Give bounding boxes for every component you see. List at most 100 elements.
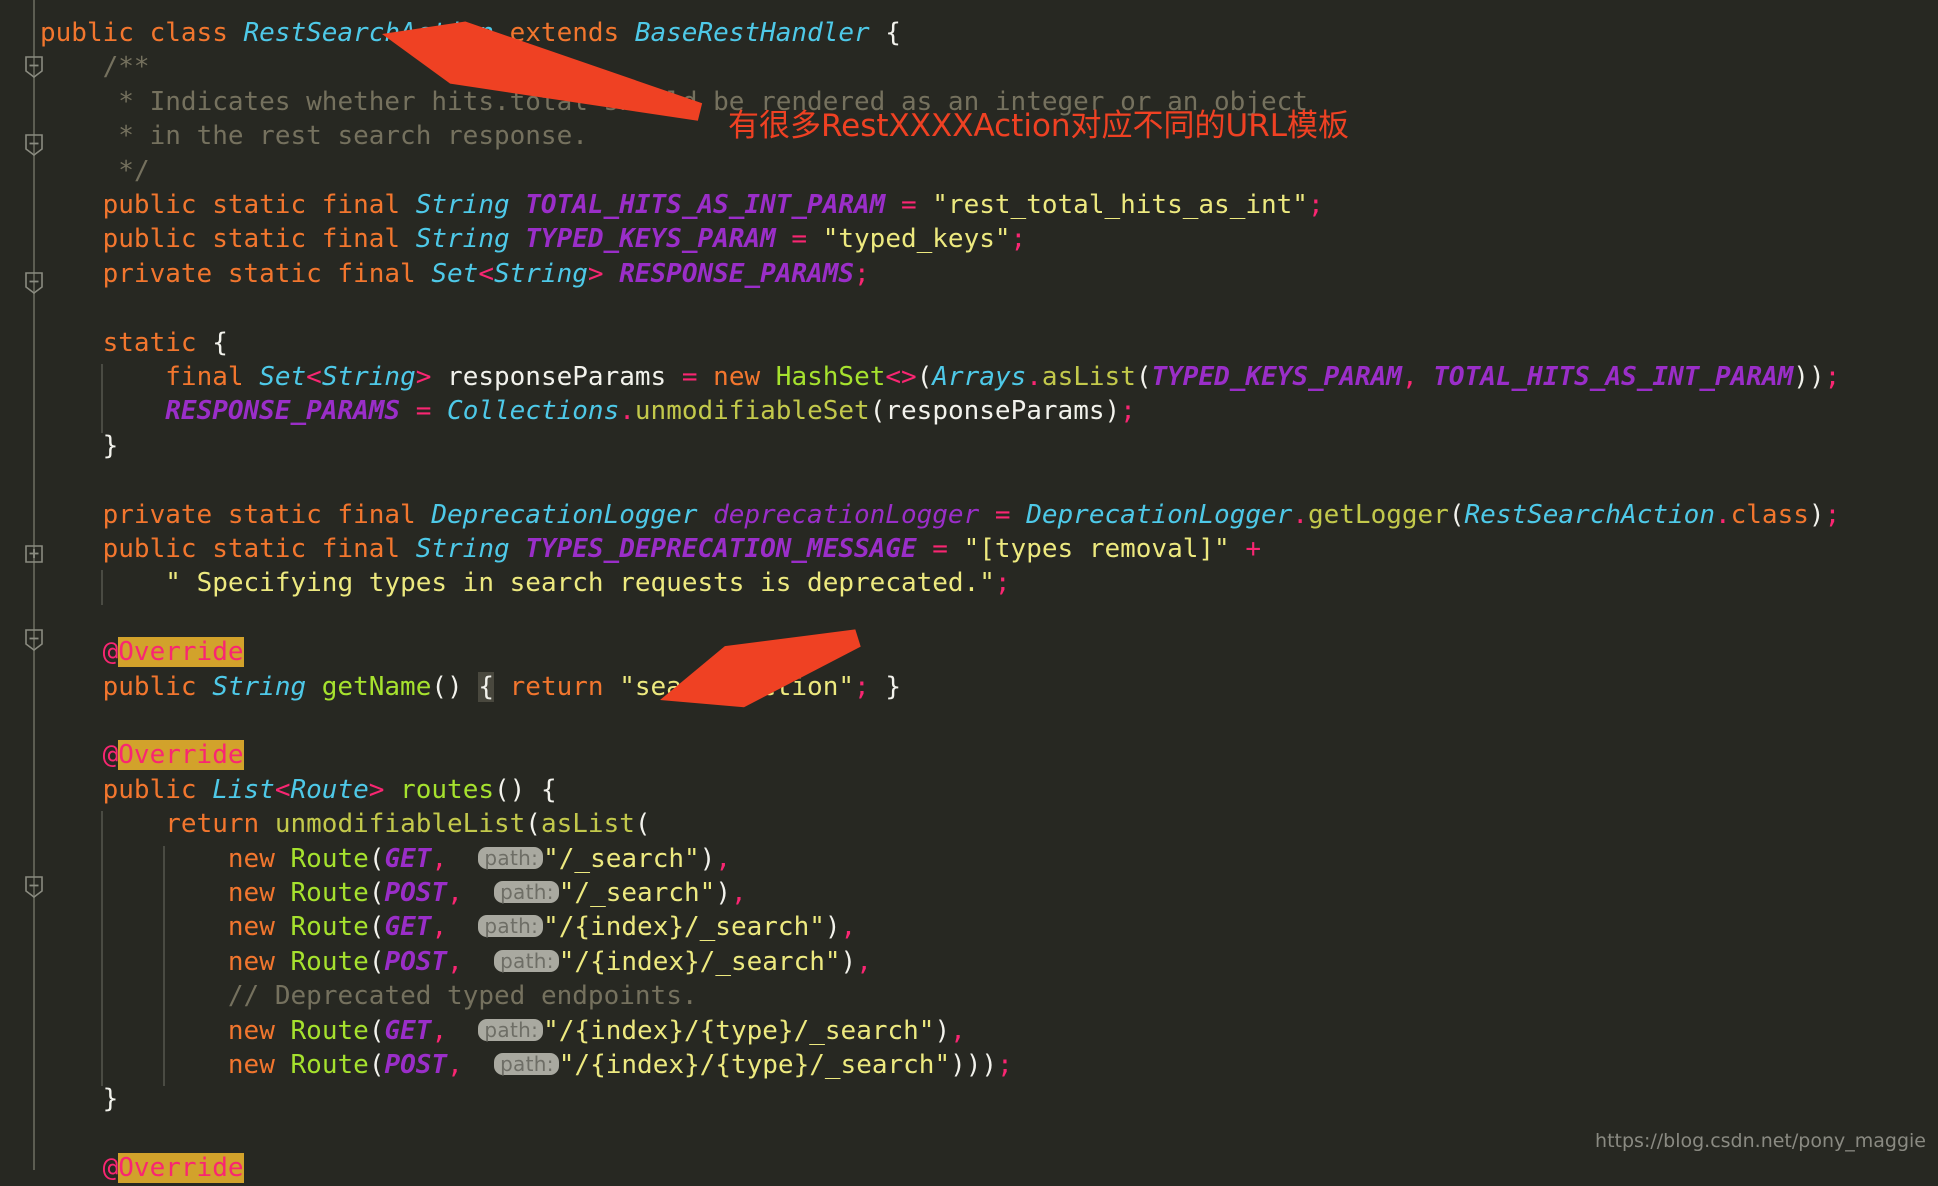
token-punct: ) xyxy=(824,912,841,943)
token-type: RestSearchAction xyxy=(243,18,510,48)
token-cmt: /** xyxy=(102,52,150,83)
token-op: > xyxy=(415,362,432,392)
token-str: "rest_total_hits_as_int" xyxy=(932,190,1308,220)
token-op: , xyxy=(447,1050,463,1080)
token-kw: new xyxy=(227,1050,291,1080)
override-annotation[interactable]: Override xyxy=(118,637,244,668)
token-op: > xyxy=(368,774,385,805)
code-line[interactable]: RESPONSE_PARAMS = Collections.unmodifiab… xyxy=(40,394,1136,428)
token-str: "/{index}/_search" xyxy=(558,946,841,977)
token-type: String xyxy=(493,258,588,289)
code-line[interactable]: public static final String TYPED_KEYS_PA… xyxy=(40,222,1027,256)
token-mdef: Route xyxy=(290,912,369,943)
code-line[interactable]: static { xyxy=(40,326,228,360)
override-annotation[interactable]: Override xyxy=(118,740,244,771)
token-kw: class xyxy=(1730,499,1809,530)
token-op: . xyxy=(619,396,635,427)
token-punct: ( xyxy=(368,1050,385,1080)
token-type: List xyxy=(212,774,275,805)
code-line[interactable]: public List<Route> routes() { xyxy=(40,773,557,807)
token-op: , xyxy=(447,946,463,977)
code-line[interactable]: public static final String TYPES_DEPRECA… xyxy=(40,532,1261,566)
code-line[interactable]: new Route(GET, path: "/_search"), xyxy=(40,842,731,876)
token-op: ; xyxy=(1824,499,1841,530)
token-punct: ( xyxy=(869,396,886,427)
override-annotation[interactable]: Override xyxy=(118,1153,244,1184)
code-line[interactable]: " Specifying types in search requests is… xyxy=(40,566,1010,600)
token-op: ; xyxy=(997,1050,1013,1080)
token-op: = xyxy=(979,499,1027,530)
token-op: , xyxy=(431,912,448,943)
token-type: String xyxy=(415,224,526,255)
code-line[interactable]: private static final DeprecationLogger d… xyxy=(40,498,1841,532)
token-type: Arrays xyxy=(932,362,1027,392)
token-punct: ( xyxy=(1135,362,1152,392)
token-str: "[types removal]" xyxy=(963,534,1230,564)
token-kw: public xyxy=(40,18,150,48)
code-line[interactable]: public String getName() { return "search… xyxy=(40,670,901,704)
token-op: , xyxy=(431,843,448,874)
token-kw: public xyxy=(102,774,213,805)
token-punct: )) xyxy=(1793,362,1825,392)
token-op: ; xyxy=(1120,396,1136,427)
token-op: = xyxy=(885,190,933,220)
token-type: Route xyxy=(290,774,369,805)
token-op: , xyxy=(715,843,731,874)
token-kw: return xyxy=(165,809,275,840)
param-hint-path[interactable]: path: xyxy=(478,915,544,938)
code-line[interactable]: final Set<String> responseParams = new H… xyxy=(40,360,1840,394)
token-op: ; xyxy=(854,671,870,702)
param-hint-path[interactable]: path: xyxy=(494,881,559,903)
token-const: GET xyxy=(384,843,432,874)
token-punct xyxy=(494,672,510,702)
token-punct: ) xyxy=(715,878,731,908)
code-line[interactable]: // Deprecated typed endpoints. xyxy=(40,979,698,1013)
token-kw: new xyxy=(227,878,291,908)
token-punct: ))) xyxy=(950,1050,998,1080)
token-ident: responseParams xyxy=(431,362,667,392)
code-line[interactable]: * in the rest search response. xyxy=(40,119,588,153)
annotation-at-sign: @ xyxy=(102,1153,119,1184)
code-line[interactable]: public static final String TOTAL_HITS_AS… xyxy=(40,188,1324,222)
param-hint-path[interactable]: path: xyxy=(478,1018,544,1041)
code-line[interactable]: } xyxy=(40,429,119,463)
token-kw: private static final xyxy=(102,499,432,530)
token-op: = xyxy=(775,224,823,255)
param-hint-path[interactable]: path: xyxy=(494,949,559,972)
token-punct xyxy=(447,1016,478,1046)
token-op: < xyxy=(274,774,291,805)
code-line[interactable]: } xyxy=(40,1082,119,1116)
code-line[interactable]: new Route(GET, path: "/{index}/_search"), xyxy=(40,910,856,944)
token-kw: public xyxy=(102,671,213,702)
token-punct xyxy=(463,947,494,977)
code-line[interactable]: new Route(POST, path: "/_search"), xyxy=(40,876,747,910)
token-str: "search_action" xyxy=(619,671,855,702)
token-op: <> xyxy=(885,362,917,392)
token-punct: ( xyxy=(368,912,385,943)
token-op: , xyxy=(431,1015,448,1046)
code-line[interactable]: */ xyxy=(40,154,149,188)
code-line[interactable]: @Override xyxy=(40,1151,244,1185)
token-mdef: Route xyxy=(290,843,369,874)
code-editor[interactable]: public class RestSearchAction extends Ba… xyxy=(0,0,1938,1184)
param-hint-path[interactable]: path: xyxy=(478,846,544,869)
token-op: . xyxy=(1714,499,1731,530)
code-line[interactable]: @Override xyxy=(40,738,244,772)
code-line[interactable]: public class RestSearchAction extends Ba… xyxy=(40,16,901,50)
token-method: unmodifiableSet xyxy=(634,396,870,427)
code-line[interactable]: * Indicates whether hits.total should be… xyxy=(40,85,1308,119)
token-kw: new xyxy=(713,362,776,392)
code-line[interactable]: new Route(POST, path: "/{index}/{type}/_s… xyxy=(40,1048,1013,1082)
token-op: , xyxy=(840,912,857,943)
code-line[interactable]: new Route(GET, path: "/{index}/{type}/_se… xyxy=(40,1014,966,1048)
token-kw: new xyxy=(227,912,291,943)
code-line[interactable]: /** xyxy=(40,50,150,84)
token-const: TYPED_KEYS_PARAM xyxy=(525,224,776,255)
code-line[interactable]: new Route(POST, path: "/{index}/_search")… xyxy=(40,945,872,979)
source-code[interactable]: public class RestSearchAction extends Ba… xyxy=(0,0,1938,1184)
token-mdef: Route xyxy=(290,1015,369,1046)
code-line[interactable]: return unmodifiableList(asList( xyxy=(40,807,650,841)
param-hint-path[interactable]: path: xyxy=(494,1053,559,1075)
code-line[interactable]: @Override xyxy=(40,635,244,669)
code-line[interactable]: private static final Set<String> RESPONS… xyxy=(40,257,870,291)
